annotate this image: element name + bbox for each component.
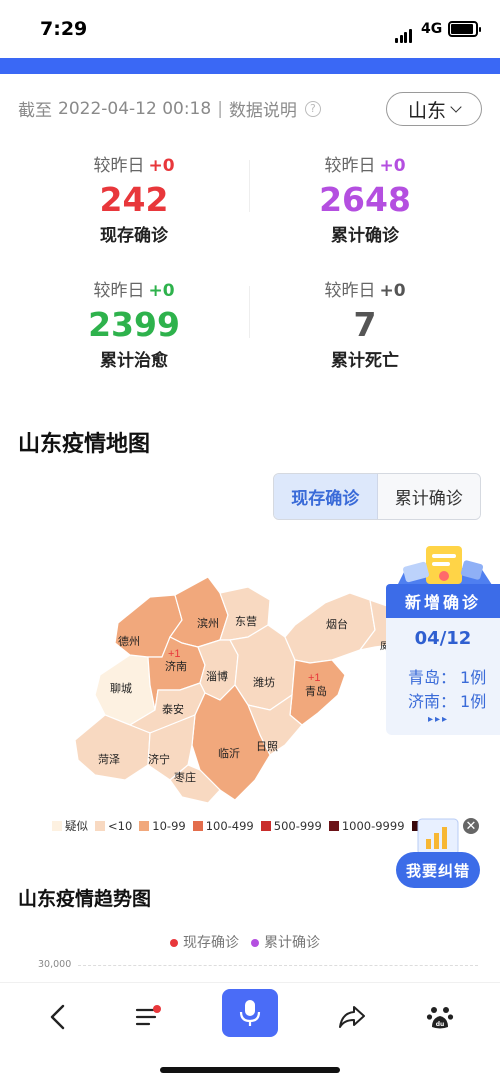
trend-section-title: 山东疫情趋势图 (18, 888, 152, 910)
header-band (0, 58, 500, 74)
update-time-line: 截至 2022-04-12 00:18 | 数据说明 ? (18, 96, 321, 121)
share-icon[interactable] (332, 997, 372, 1037)
increase-badge: +1 (168, 648, 181, 660)
clipboard-illustration-icon (396, 546, 494, 588)
stats-panel: 较昨日 +0 242 现存确诊 较昨日 +0 2648 累计确诊 较昨日 +0 239… (0, 146, 500, 386)
voice-search-button[interactable] (222, 989, 278, 1037)
close-icon[interactable]: ✕ (461, 816, 481, 836)
city-label: 枣庄 (174, 770, 196, 784)
back-icon[interactable] (38, 997, 78, 1037)
city-label: 临沂 (218, 746, 240, 760)
home-indicator[interactable] (160, 1067, 340, 1073)
report-chart-icon (417, 818, 459, 856)
svg-text:du: du (436, 1021, 445, 1028)
map-section-title: 山东疫情地图 (18, 432, 151, 457)
y-axis-tick: 30,000 (38, 959, 72, 970)
legend-swatch (52, 821, 62, 831)
legend-dot (251, 939, 259, 947)
delta-label: 较昨日 (93, 281, 145, 301)
menu-icon[interactable] (128, 997, 168, 1037)
question-icon[interactable]: ? (304, 100, 321, 117)
city-label: 烟台 (326, 617, 348, 631)
battery-icon (448, 21, 481, 37)
delta-value: +0 (379, 281, 406, 301)
separator: | (217, 98, 223, 119)
city-label: 济宁 (148, 752, 170, 766)
mic-icon (239, 1000, 261, 1026)
stat-total-recovered: 较昨日 +0 2399 累计治愈 (9, 276, 259, 371)
stat-total-confirmed: 较昨日 +0 2648 累计确诊 (240, 151, 490, 246)
stat-label: 现存确诊 (100, 226, 168, 246)
network-label: 4G (421, 21, 443, 37)
delta-label: 较昨日 (324, 281, 376, 301)
stat-value: 242 (99, 180, 169, 219)
new-cases-title: 新增确诊 (386, 584, 500, 618)
legend-item: 100-499 (192, 819, 254, 833)
delta-value: +0 (148, 281, 175, 301)
update-date: 2022-04-12 00:18 (58, 98, 212, 119)
stat-label: 累计死亡 (331, 351, 399, 371)
city-label: 德州 (118, 634, 140, 648)
city-label: 淄博 (206, 670, 228, 683)
city-label: 泰安 (162, 702, 184, 716)
data-note-link[interactable]: 数据说明 (229, 96, 297, 121)
province-select[interactable]: 山东 (386, 92, 482, 126)
delta-label: 较昨日 (93, 156, 145, 176)
city-label: 潍坊 (253, 675, 275, 689)
new-case-row: 青岛： 1例 (408, 668, 487, 687)
baidu-paw-icon[interactable]: du (420, 997, 460, 1037)
delta-label: 较昨日 (324, 156, 376, 176)
stat-total-deaths: 较昨日 +0 7 累计死亡 (240, 276, 490, 371)
increase-badge: +1 (308, 672, 321, 684)
legend-swatch (260, 821, 271, 831)
legend-item: <10 (95, 819, 132, 833)
report-error-button[interactable]: 我要纠错 (396, 852, 480, 888)
stat-current-confirmed: 较昨日 +0 242 现存确诊 (9, 151, 259, 246)
shandong-map[interactable]: 德州 滨州 东营 烟台 威海 济南 淄博 潍坊 青岛 聊城 泰安 日照 菏泽 济… (70, 565, 390, 815)
city-label: 青岛 (305, 684, 327, 698)
tab-current-confirmed[interactable]: 现存确诊 (274, 474, 378, 519)
bottom-nav: du (0, 982, 500, 1082)
tab-total-confirmed[interactable]: 累计确诊 (377, 474, 480, 519)
legend-item: 10-99 (139, 819, 186, 833)
legend-swatch (139, 821, 150, 831)
chevron-down-icon (450, 101, 462, 113)
city-label: 滨州 (197, 616, 219, 630)
map-legend: 疑似 <10 10-99 100-499 500-999 1000-9999 ≥… (52, 818, 446, 834)
stat-value: 2648 (319, 180, 411, 219)
signal-icon (395, 24, 413, 43)
carousel-indicator: ▸▸▸ (428, 714, 450, 725)
trend-legend: 现存确诊 累计确诊 (170, 932, 320, 952)
new-cases-date: 04/12 (414, 628, 472, 649)
city-label: 菏泽 (98, 753, 120, 766)
delta-value: +0 (148, 156, 175, 176)
city-label: 东营 (235, 614, 257, 628)
legend-swatch (328, 821, 339, 831)
map-mode-toggle: 现存确诊 累计确诊 (273, 473, 481, 520)
status-time: 7:29 (40, 18, 88, 40)
stat-label: 累计治愈 (100, 351, 168, 371)
city-label: 济南 (165, 659, 187, 673)
stat-label: 累计确诊 (331, 226, 399, 246)
legend-item: 1000-9999 (328, 819, 405, 833)
trend-legend-item[interactable]: 现存确诊 (170, 932, 239, 952)
city-label: 日照 (256, 740, 278, 753)
legend-dot (170, 939, 178, 947)
date-prefix: 截至 (18, 101, 52, 121)
province-label: 山东 (407, 99, 446, 122)
trend-legend-item[interactable]: 累计确诊 (251, 932, 320, 952)
legend-swatch (95, 821, 105, 831)
new-case-row: 济南： 1例 (408, 692, 487, 711)
delta-value: +0 (379, 156, 406, 176)
stat-value: 7 (353, 305, 377, 344)
city-label: 聊城 (110, 681, 132, 695)
new-cases-body: 04/12 青岛： 1例 济南： 1例 ▸▸▸ (386, 618, 500, 735)
legend-item: 疑似 (52, 818, 88, 834)
grid-line (78, 965, 478, 966)
legend-item: 500-999 (260, 819, 322, 833)
status-bar: 7:29 4G (0, 0, 500, 58)
stat-value: 2399 (88, 305, 180, 344)
legend-swatch (192, 821, 203, 831)
new-cases-card[interactable]: 新增确诊 04/12 青岛： 1例 济南： 1例 ▸▸▸ (386, 540, 500, 735)
